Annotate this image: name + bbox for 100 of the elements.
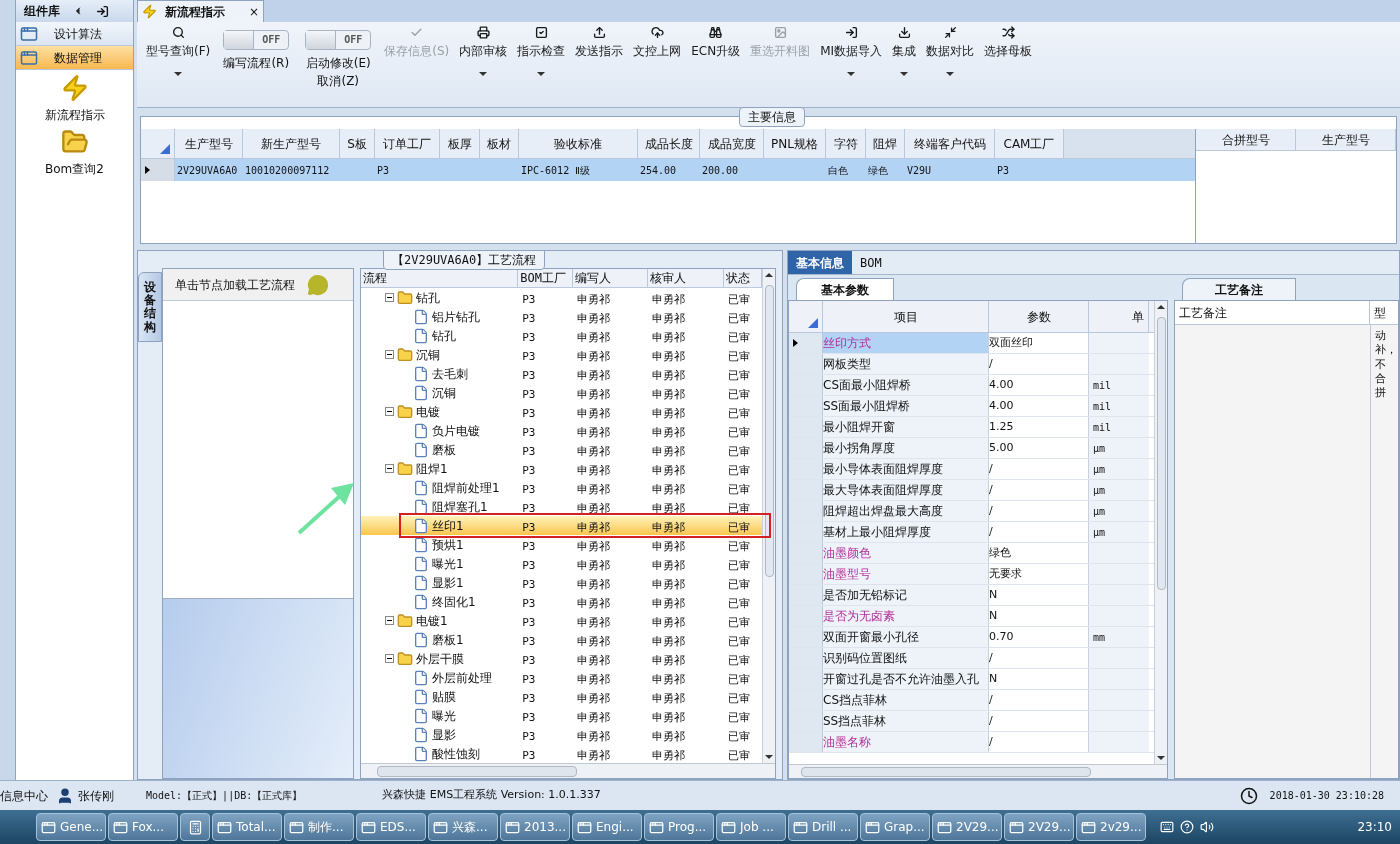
column-header[interactable]: 参数 <box>989 301 1089 332</box>
toolbar-button[interactable]: MI数据导入 <box>815 22 888 76</box>
tree-row[interactable]: 酸性蚀刻 P3 申勇祁 申勇祁 已审 <box>361 744 762 763</box>
column-header[interactable]: 工艺备注 <box>1175 301 1370 324</box>
detail-tab[interactable]: BOM <box>852 251 890 274</box>
column-header[interactable]: 新生产型号 <box>243 129 340 158</box>
toolbar-button[interactable]: 发送指示 <box>570 22 629 76</box>
param-row[interactable]: 开窗过孔是否不允许油墨入孔 N <box>789 669 1154 690</box>
tree-row[interactable]: 丝印1 P3 申勇祁 申勇祁 已审 <box>361 516 762 535</box>
tree-row[interactable]: 显影1 P3 申勇祁 申勇祁 已审 <box>361 573 762 592</box>
column-header[interactable]: 项目 <box>823 301 989 332</box>
param-row[interactable]: 最小拐角厚度 5.00 μm <box>789 438 1154 459</box>
tree-row[interactable]: 沉铜 P3 申勇祁 申勇祁 已审 <box>361 383 762 402</box>
taskbar-button[interactable]: 2v29... <box>1076 813 1146 841</box>
tree-row[interactable]: 磨板1 P3 申勇祁 申勇祁 已审 <box>361 630 762 649</box>
param-row[interactable]: 油墨型号 无要求 <box>789 564 1154 585</box>
column-header[interactable]: 订单工厂 <box>375 129 440 158</box>
column-header[interactable]: 核审人 <box>647 269 725 287</box>
param-row[interactable]: 丝印方式 双面丝印 <box>789 333 1154 354</box>
column-header[interactable]: 成品宽度 <box>700 129 764 158</box>
expander-icon[interactable] <box>385 616 394 625</box>
horizontal-scrollbar[interactable] <box>361 763 775 778</box>
toolbar-button[interactable]: 内部审核 <box>454 22 513 76</box>
taskbar-button[interactable]: Engi... <box>572 813 642 841</box>
vertical-scrollbar[interactable] <box>1154 301 1167 764</box>
tree-row[interactable]: 阻焊塞孔1 P3 申勇祁 申勇祁 已审 <box>361 497 762 516</box>
param-row[interactable]: 双面开窗最小孔径 0.70 mm <box>789 627 1154 648</box>
param-row[interactable]: 最小阻焊开窗 1.25 mil <box>789 417 1154 438</box>
sidebar-item[interactable]: 设计算法 <box>16 22 133 46</box>
keyboard-icon[interactable] <box>1160 820 1174 834</box>
column-header[interactable]: 阻焊 <box>866 129 905 158</box>
column-header[interactable]: 字符 <box>826 129 866 158</box>
tree-row[interactable]: 预烘1 P3 申勇祁 申勇祁 已审 <box>361 535 762 554</box>
expander-icon[interactable] <box>385 350 394 359</box>
tree-row[interactable]: 沉铜 P3 申勇祁 申勇祁 已审 <box>361 345 762 364</box>
tree-row[interactable]: 电镀 P3 申勇祁 申勇祁 已审 <box>361 402 762 421</box>
tree-row[interactable]: 曝光1 P3 申勇祁 申勇祁 已审 <box>361 554 762 573</box>
tree-row[interactable]: 贴膜 P3 申勇祁 申勇祁 已审 <box>361 687 762 706</box>
column-header[interactable]: 合拼型号 <box>1196 129 1296 150</box>
tree-row[interactable]: 外层干膜 P3 申勇祁 申勇祁 已审 <box>361 649 762 668</box>
param-row[interactable]: 油墨颜色 绿色 <box>789 543 1154 564</box>
param-row[interactable]: 识别码位置图纸 / <box>789 648 1154 669</box>
column-header[interactable]: 单 <box>1089 301 1149 332</box>
toolbar-button[interactable]: 指示检查 <box>512 22 571 76</box>
param-row[interactable]: SS挡点菲林 / <box>789 711 1154 732</box>
tree-row[interactable]: 曝光 P3 申勇祁 申勇祁 已审 <box>361 706 762 725</box>
tree-row[interactable]: 终固化1 P3 申勇祁 申勇祁 已审 <box>361 592 762 611</box>
vertical-scrollbar[interactable] <box>762 269 775 763</box>
horizontal-scrollbar[interactable] <box>789 764 1167 778</box>
sub-tab[interactable]: 基本参数 <box>796 278 894 300</box>
document-tab[interactable]: 新流程指示 × <box>137 0 264 22</box>
sub-tab[interactable]: 工艺备注 <box>1182 278 1296 300</box>
column-header[interactable]: 验收标准 <box>519 129 638 158</box>
column-header[interactable]: 编写人 <box>572 269 648 287</box>
toggle-switch[interactable]: OFF <box>305 30 372 50</box>
column-header[interactable]: 生产型号 <box>1296 129 1396 150</box>
expander-icon[interactable] <box>385 654 394 663</box>
tree-row[interactable]: 去毛刺 P3 申勇祁 申勇祁 已审 <box>361 364 762 383</box>
tree-row[interactable]: 外层前处理 P3 申勇祁 申勇祁 已审 <box>361 668 762 687</box>
taskbar-button[interactable]: Job ... <box>716 813 786 841</box>
expander-icon[interactable] <box>385 464 394 473</box>
param-row[interactable]: 是否加无铅标记 N <box>789 585 1154 606</box>
param-row[interactable]: 网板类型 / <box>789 354 1154 375</box>
param-row[interactable]: 基材上最小阻焊厚度 / μm <box>789 522 1154 543</box>
launcher-item[interactable]: Bom查询2 <box>16 128 133 178</box>
tree-row[interactable]: 钻孔 P3 申勇祁 申勇祁 已审 <box>361 326 762 345</box>
column-header[interactable]: 流程 <box>361 269 519 287</box>
launcher-item[interactable]: 新流程指示 <box>16 74 133 124</box>
volume-icon[interactable] <box>1200 820 1214 834</box>
taskbar-button[interactable]: 2V29... <box>932 813 1002 841</box>
toolbar-button[interactable]: ECN升级 <box>686 22 746 76</box>
close-button[interactable]: × <box>248 2 259 21</box>
vertical-tab[interactable]: 设备结构 <box>138 272 162 342</box>
param-row[interactable]: 是否为无卤素 N <box>789 606 1154 627</box>
param-row[interactable]: 阻焊超出焊盘最大高度 / μm <box>789 501 1154 522</box>
toolbar-button[interactable]: 型号查询(F) <box>141 22 216 76</box>
taskbar-button[interactable]: Total... <box>212 813 282 841</box>
toggle-switch[interactable]: OFF <box>223 30 290 50</box>
taskbar-button[interactable]: Grap... <box>860 813 930 841</box>
column-header[interactable]: S板 <box>340 129 375 158</box>
taskbar-button[interactable] <box>180 813 210 841</box>
toolbar-button[interactable]: 集成 <box>887 22 922 76</box>
tree-row[interactable]: 负片电镀 P3 申勇祁 申勇祁 已审 <box>361 421 762 440</box>
sidebar-item[interactable]: 数据管理 <box>16 46 133 70</box>
param-row[interactable]: 油墨名称 / <box>789 732 1154 753</box>
toolbar-button[interactable]: 数据对比 <box>921 22 980 76</box>
param-row[interactable]: SS面最小阻焊桥 4.00 mil <box>789 396 1154 417</box>
param-row[interactable]: 最小导体表面阻焊厚度 / μm <box>789 459 1154 480</box>
column-header[interactable]: 终端客户代码 <box>905 129 995 158</box>
expander-icon[interactable] <box>385 293 394 302</box>
taskbar-button[interactable]: EDS... <box>356 813 426 841</box>
tree-row[interactable]: 显影 P3 申勇祁 申勇祁 已审 <box>361 725 762 744</box>
taskbar-button[interactable]: 兴森... <box>428 813 498 841</box>
column-header[interactable]: 板厚 <box>440 129 480 158</box>
help-icon[interactable] <box>1180 820 1194 834</box>
taskbar-button[interactable]: Gene... <box>36 813 106 841</box>
pin-icon[interactable] <box>96 4 109 18</box>
taskbar-button[interactable]: 制作... <box>284 813 354 841</box>
taskbar-button[interactable]: Fox... <box>108 813 178 841</box>
table-row[interactable]: 2V29UVA6A0 10010200097112 P3 IPC-6012 Ⅱ级 254.00 200.00 白色 绿色 V29U P3 <box>141 159 1195 181</box>
